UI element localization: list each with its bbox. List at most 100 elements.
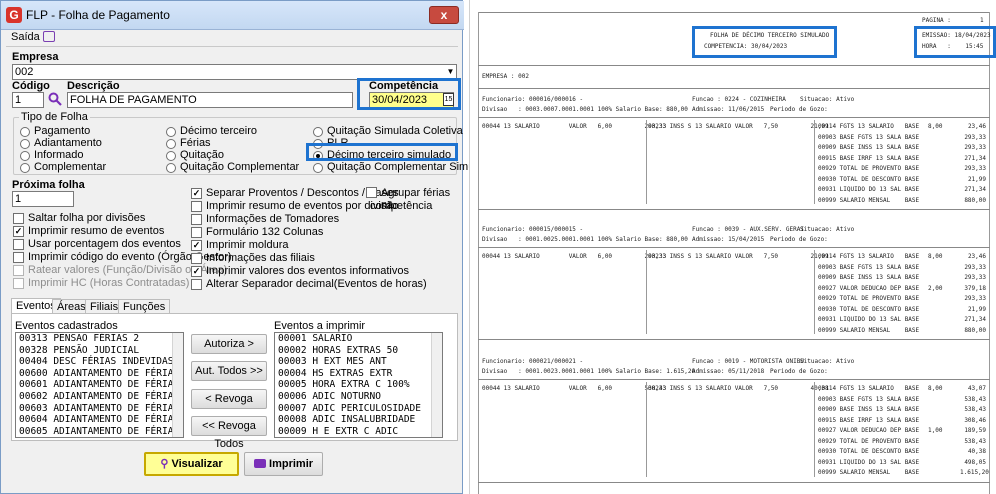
report-divider xyxy=(478,117,990,118)
tipo-folha-radio[interactable] xyxy=(20,163,30,173)
report-pagina-label: PAGINA : xyxy=(922,17,951,24)
list-item[interactable]: 00601 ADIANTAMENTO DE FÉRIA xyxy=(16,379,183,391)
list-item[interactable]: 00604 ADIANTAMENTO DE FÉRIA xyxy=(16,414,183,426)
tipo-folha-option-label: Férias xyxy=(180,137,211,149)
eventos-cadastrados-list[interactable]: 00313 PENSAO FÉRIAS 2 00328 PENSÃO JUDICI… xyxy=(15,332,184,438)
close-button[interactable]: x xyxy=(429,6,459,24)
option-checkbox[interactable] xyxy=(13,265,24,276)
revoga-todos-button[interactable]: << Revoga Todos xyxy=(191,416,267,450)
highlight-competencia xyxy=(357,78,461,110)
list-item[interactable]: 00404 DESC FÉRIAS INDEVIDAS xyxy=(16,356,183,368)
menu-saida[interactable]: Saída xyxy=(11,31,40,43)
option-checkbox[interactable] xyxy=(13,239,24,250)
tipo-folha-radio[interactable] xyxy=(166,151,176,161)
option-checkbox[interactable] xyxy=(13,213,24,224)
report-column-divider xyxy=(646,382,647,477)
report-base-desc: 00903 BASE FGTS 13 SALA BASE xyxy=(818,133,920,141)
option-checkbox[interactable] xyxy=(13,278,24,289)
report-situacao: Situacao: Ativo xyxy=(800,226,855,233)
report-divisao: Divisao : 0001.0023.0001.0001 100% Salar… xyxy=(482,368,696,375)
app-logo-icon: G xyxy=(6,7,22,23)
option-checkbox[interactable]: ✓ xyxy=(13,226,24,237)
proxima-folha-input[interactable]: 1 xyxy=(12,191,74,207)
report-divider xyxy=(478,481,990,483)
list-item[interactable]: 00603 ADIANTAMENTO DE FÉRIA xyxy=(16,403,183,415)
highlight-decimo-simulado xyxy=(306,143,458,161)
report-base-value: 880,00 xyxy=(964,196,986,204)
report-desconto: 00233 INSS S 13 SALARIO VALOR 7,50 40,38 xyxy=(648,385,829,392)
report-border-right xyxy=(989,12,990,494)
tipo-folha-radio[interactable] xyxy=(20,139,30,149)
report-base-desc: 00999 SALARIO MENSAL BASE xyxy=(818,326,920,334)
tipo-folha-option-label: Pagamento xyxy=(34,125,91,137)
list-item[interactable]: 00600 ADIANTAMENTO DE FÉRIA xyxy=(16,368,183,380)
descricao-label: Descrição xyxy=(67,80,120,92)
codigo-label: Código xyxy=(12,80,50,92)
report-base-value: 538,43 xyxy=(964,406,986,413)
tipo-folha-radio[interactable] xyxy=(20,151,30,161)
list-item[interactable]: 00605 ADIANTAMENTO DE FÉRIA xyxy=(16,426,183,437)
report-competencia: COMPETENCIA: 30/04/2023 xyxy=(704,43,788,50)
chevron-down-icon[interactable]: ▼ xyxy=(445,65,456,79)
report-base-value: 21,99 xyxy=(967,305,986,313)
list-item[interactable]: 00602 ADIANTAMENTO DE FÉRIA xyxy=(16,391,183,403)
imprimir-button[interactable]: Imprimir xyxy=(244,452,323,476)
list-item[interactable]: 00001 SALARIO xyxy=(275,333,442,345)
report-funcao: Funcao : 0224 - COZINHEIRA xyxy=(692,96,786,103)
tipo-folha-radio[interactable] xyxy=(166,139,176,149)
autoriza-todos-button[interactable]: Aut. Todos >> xyxy=(191,361,267,381)
option-label: Imprimir moldura xyxy=(206,239,289,251)
codigo-input[interactable]: 1 xyxy=(12,92,44,108)
list-item[interactable]: 00008 ADIC INSALUBRIDADE xyxy=(275,414,442,426)
option-label: Imprimir resumo de eventos xyxy=(28,225,165,237)
list-item[interactable]: 00006 ADIC NOTURNO xyxy=(275,391,442,403)
descricao-input[interactable]: FOLHA DE PAGAMENTO xyxy=(67,92,353,108)
report-base-value: 189,59 xyxy=(964,427,986,434)
tipo-folha-radio[interactable] xyxy=(20,127,30,137)
tipo-folha-radio[interactable] xyxy=(313,127,323,137)
visualizar-button[interactable]: ⚲ Visualizar xyxy=(144,452,239,476)
report-pagina-value: 1 xyxy=(980,17,984,24)
report-base-desc: 00909 BASE INSS 13 SALA BASE xyxy=(818,406,920,413)
option-checkbox[interactable]: ✓ xyxy=(191,266,202,277)
list-item[interactable]: 00328 PENSÃO JUDICIAL xyxy=(16,345,183,357)
eventos-cadastrados-scrollbar[interactable] xyxy=(172,333,183,437)
option-checkbox[interactable]: ✓ xyxy=(191,240,202,251)
list-item[interactable]: 00009 H E EXTR C ADIC xyxy=(275,426,442,437)
option-checkbox[interactable] xyxy=(191,279,202,290)
option-checkbox[interactable] xyxy=(191,214,202,225)
report-base-value: 538,43 xyxy=(964,395,986,403)
report-funcionario: Funcionario: 000015/000015 - xyxy=(482,226,584,233)
report-desconto: 00233 INSS S 13 SALARIO VALOR 7,50 21,99 xyxy=(648,123,829,130)
list-item[interactable]: 00004 HS EXTRAS EXTR xyxy=(275,368,442,380)
list-item[interactable]: 00005 HORA EXTRA C 100% xyxy=(275,379,442,391)
option-checkbox[interactable] xyxy=(191,253,202,264)
eventos-imprimir-list[interactable]: 00001 SALARIO 00002 HORAS EXTRAS 50 00003 … xyxy=(274,332,443,438)
tipo-folha-radio[interactable] xyxy=(166,127,176,137)
list-item[interactable]: 00003 H EXT MES ANT xyxy=(275,356,442,368)
agrupar-ferias-checkbox[interactable] xyxy=(366,187,377,198)
tipo-folha-radio[interactable] xyxy=(313,163,323,173)
option-checkbox[interactable] xyxy=(13,252,24,263)
list-item[interactable]: 00002 HORAS EXTRAS 50 xyxy=(275,345,442,357)
revoga-button[interactable]: < Revoga xyxy=(191,389,267,409)
monitor-icon[interactable] xyxy=(43,31,55,42)
imprimir-label: Imprimir xyxy=(269,458,314,470)
report-emissao: EMISSAO: 18/04/2023 xyxy=(922,32,991,39)
report-divider xyxy=(478,65,990,66)
option-checkbox[interactable]: ✓ xyxy=(191,188,202,199)
option-checkbox[interactable] xyxy=(191,201,202,212)
search-icon[interactable] xyxy=(48,92,62,106)
report-base-desc: 00929 TOTAL DE PROVENTO BASE xyxy=(818,295,920,302)
autoriza-button[interactable]: Autoriza > xyxy=(191,334,267,354)
eventos-imprimir-scrollbar[interactable] xyxy=(431,333,442,437)
list-item[interactable]: 00007 ADIC PERICULOSIDADE xyxy=(275,403,442,415)
divider xyxy=(6,46,458,47)
report-base-value: 293,33 xyxy=(964,295,986,302)
option-label: Informações de Tomadores xyxy=(206,213,340,225)
option-checkbox[interactable] xyxy=(191,227,202,238)
tipo-folha-radio[interactable] xyxy=(166,163,176,173)
list-item[interactable]: 00313 PENSAO FÉRIAS 2 xyxy=(16,333,183,345)
report-divider xyxy=(478,88,990,89)
report-divider xyxy=(478,247,990,248)
